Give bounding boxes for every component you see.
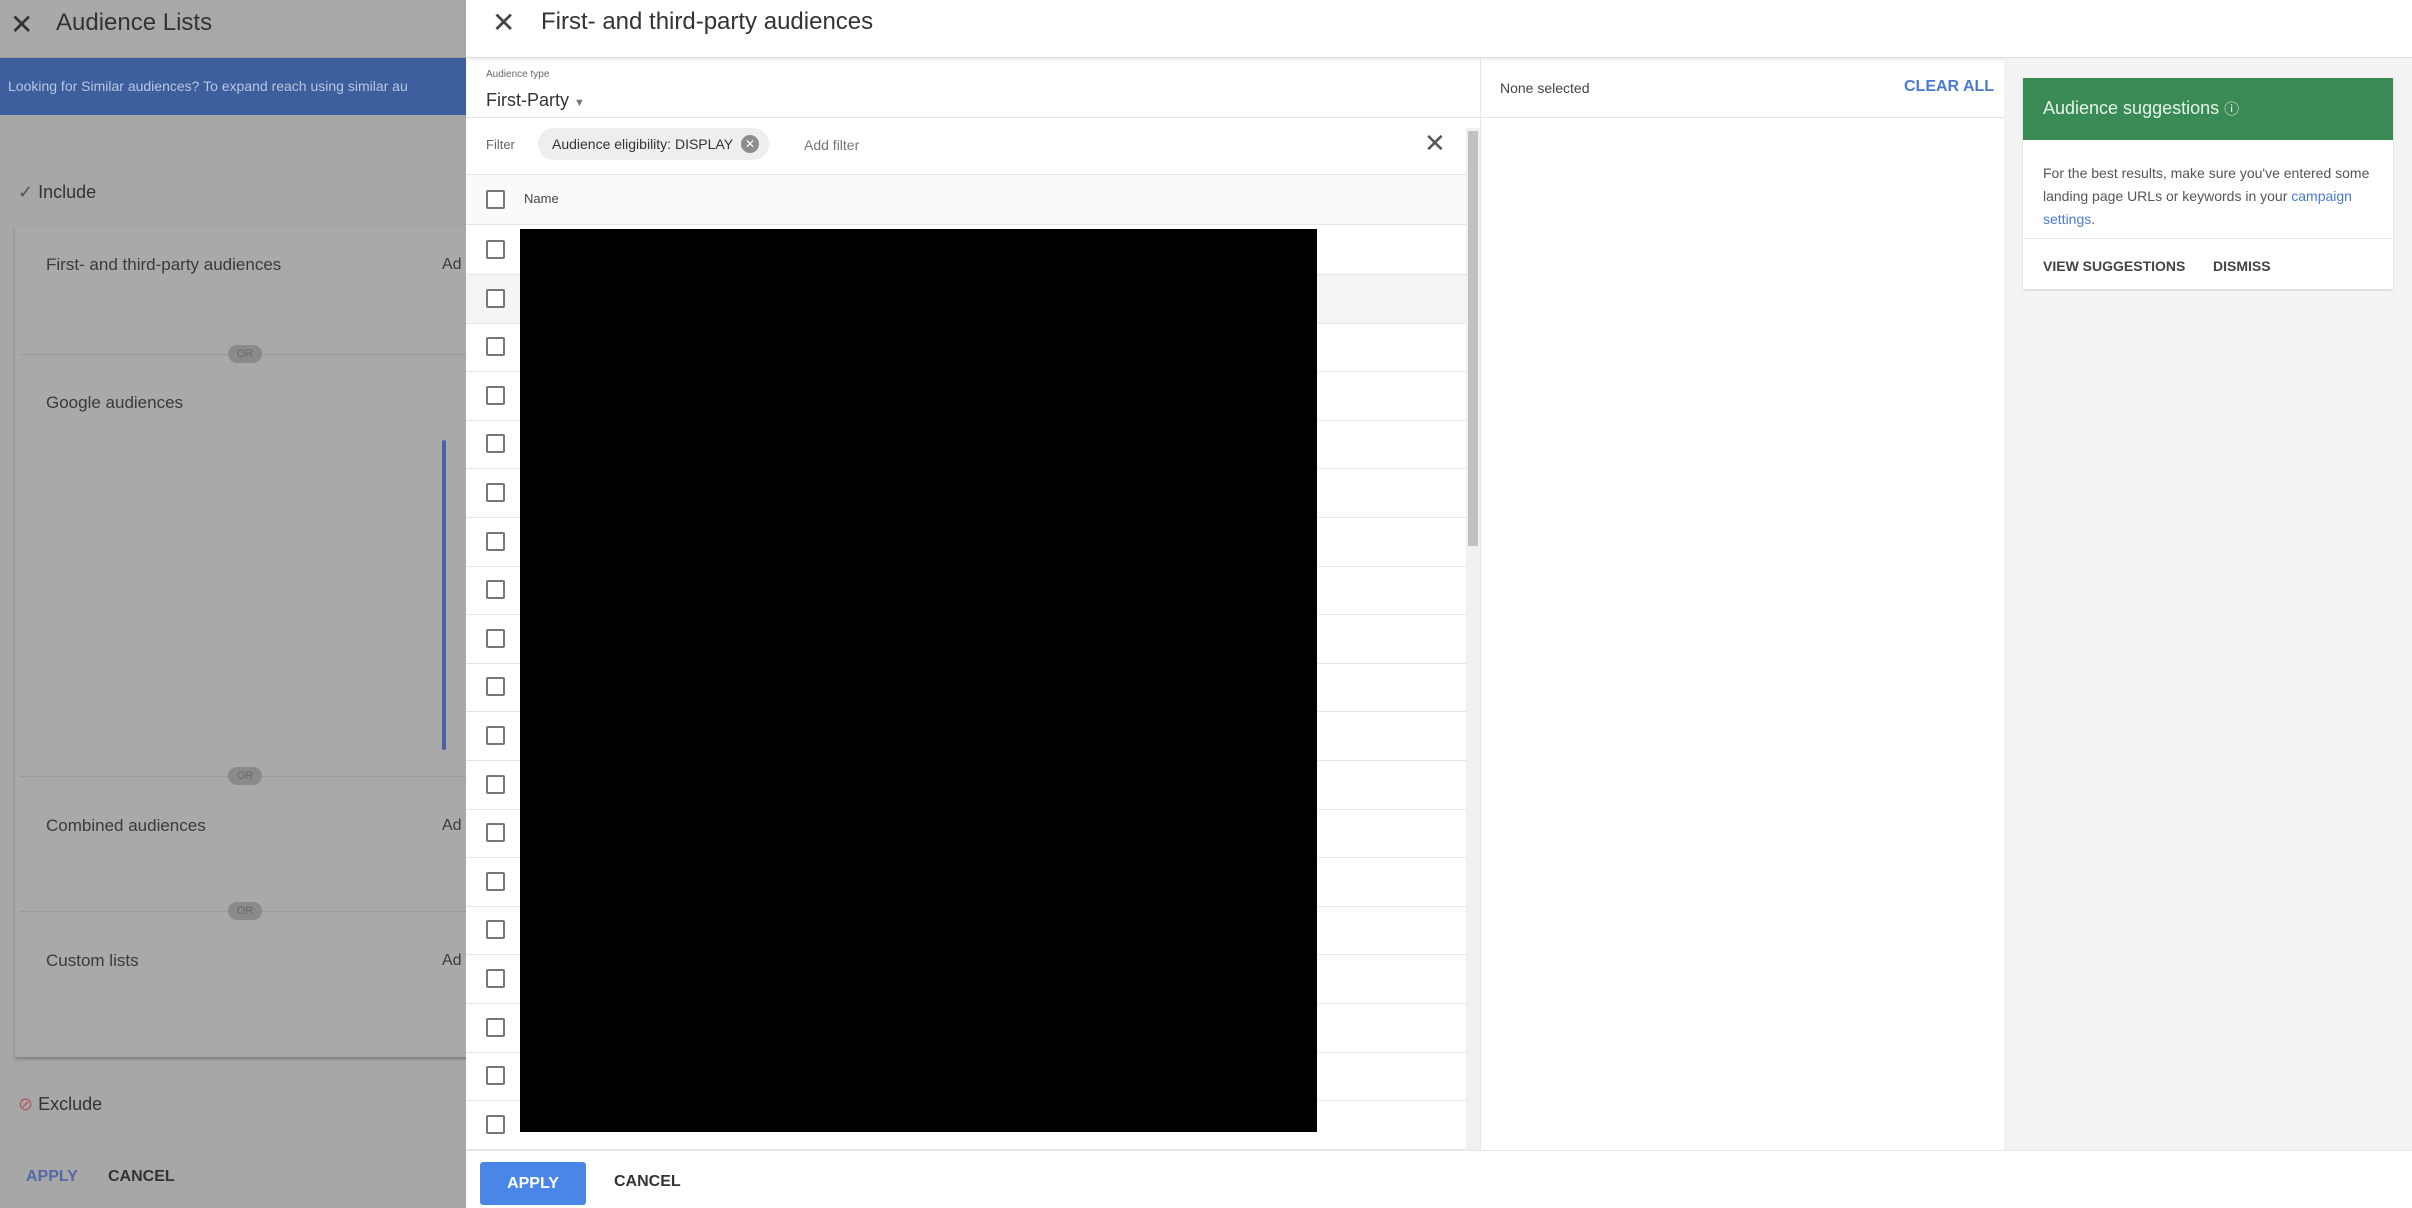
row-checkbox[interactable] <box>486 580 505 600</box>
or-badge: OR <box>228 902 262 920</box>
suggestions-title: Audience suggestions <box>2043 98 2220 118</box>
row-checkbox[interactable] <box>486 240 505 259</box>
row-checkbox[interactable] <box>486 823 505 843</box>
dialog-title: First- and third-party audiences <box>541 8 874 35</box>
audience-type-select[interactable]: First-Party ▼ <box>486 90 585 111</box>
suggestions-header: Audience suggestions ⓘ <box>2023 78 2393 140</box>
dialog-header: ✕ First- and third-party audiences <box>466 0 2412 58</box>
audience-lists-panel: ✕ Audience Lists Looking for Similar aud… <box>0 0 475 1208</box>
include-heading: ✓ Include <box>18 182 96 203</box>
row-checkbox[interactable] <box>486 531 505 551</box>
filter-label: Filter <box>486 137 515 152</box>
row-checkbox[interactable] <box>486 1114 505 1134</box>
view-suggestions-button[interactable]: VIEW SUGGESTIONS <box>2043 258 2185 274</box>
table-header <box>466 175 1466 225</box>
check-icon: ✓ <box>18 182 39 202</box>
divider <box>1480 58 1481 1150</box>
or-badge: OR <box>228 345 262 363</box>
row-checkbox[interactable] <box>486 1066 505 1086</box>
add-filter-input[interactable]: Add filter <box>804 137 859 153</box>
row-checkbox[interactable] <box>486 1017 505 1037</box>
scrollbar-thumb[interactable] <box>1468 131 1478 546</box>
add-button[interactable]: Ad <box>442 817 462 835</box>
divider <box>2023 238 2393 239</box>
section-custom-lists: Custom lists <box>46 951 139 970</box>
section-first-third-party: First- and third-party audiences <box>46 255 282 274</box>
apply-button[interactable]: APPLY <box>26 1168 78 1186</box>
clear-filters-icon[interactable]: ✕ <box>1424 128 1446 159</box>
panel-title: Audience Lists <box>56 9 213 36</box>
section-google-audiences: Google audiences <box>46 393 184 412</box>
focus-indicator <box>442 440 446 750</box>
add-button[interactable]: Ad <box>442 256 462 274</box>
close-icon[interactable]: ✕ <box>492 6 515 39</box>
panel-header: ✕ Audience Lists <box>0 0 466 58</box>
apply-button[interactable]: APPLY <box>480 1162 586 1205</box>
similar-audiences-banner: Looking for Similar audiences? To expand… <box>0 58 466 115</box>
row-checkbox[interactable] <box>486 677 505 697</box>
row-checkbox[interactable] <box>486 920 505 940</box>
suggestions-text: For the best results, make sure you've e… <box>2043 162 2383 231</box>
block-icon: ⊘ <box>18 1094 39 1114</box>
column-header-name[interactable]: Name <box>524 191 559 206</box>
audience-picker-dialog: ✕ First- and third-party audiences Audie… <box>466 0 2412 1208</box>
row-checkbox[interactable] <box>486 337 505 357</box>
remove-filter-icon[interactable]: ✕ <box>741 135 760 153</box>
redacted-area <box>520 229 1317 1132</box>
row-checkbox[interactable] <box>486 726 505 745</box>
suggestions-suffix: . <box>2091 211 2096 227</box>
help-icon[interactable]: ⓘ <box>2224 101 2239 118</box>
audience-type-value: First-Party <box>486 90 569 110</box>
row-checkbox[interactable] <box>486 385 505 405</box>
exclude-heading: ⊘ Exclude <box>18 1094 102 1115</box>
close-icon[interactable]: ✕ <box>10 8 33 41</box>
filter-chip-label: Audience eligibility: DISPLAY <box>552 136 734 152</box>
exclude-label: Exclude <box>38 1094 103 1114</box>
or-badge: OR <box>228 767 262 785</box>
row-checkbox[interactable] <box>486 969 505 988</box>
audience-suggestions-card: Audience suggestions ⓘ For the best resu… <box>2023 78 2393 289</box>
dialog-footer: APPLY CANCEL <box>466 1150 2412 1208</box>
cancel-button[interactable]: CANCEL <box>614 1173 681 1191</box>
row-checkbox[interactable] <box>486 483 505 502</box>
row-checkbox[interactable] <box>486 434 505 454</box>
cancel-button[interactable]: CANCEL <box>108 1168 175 1186</box>
dismiss-button[interactable]: DISMISS <box>2213 258 2271 274</box>
dropdown-arrow-icon: ▼ <box>574 97 585 109</box>
filter-chip[interactable]: Audience eligibility: DISPLAY ✕ <box>538 128 770 160</box>
divider <box>466 117 1480 118</box>
selection-status: None selected <box>1500 80 1590 96</box>
section-combined-audiences: Combined audiences <box>46 816 206 835</box>
row-checkbox[interactable] <box>486 288 505 308</box>
include-label: Include <box>38 182 97 202</box>
divider <box>1480 117 2004 118</box>
row-checkbox[interactable] <box>486 871 505 891</box>
row-checkbox[interactable] <box>486 628 505 648</box>
select-all-checkbox[interactable] <box>486 190 505 209</box>
audience-type-label: Audience type <box>486 69 550 80</box>
clear-all-button[interactable]: CLEAR ALL <box>1904 78 1994 96</box>
row-checkbox[interactable] <box>486 774 505 794</box>
add-button[interactable]: Ad <box>442 952 462 970</box>
